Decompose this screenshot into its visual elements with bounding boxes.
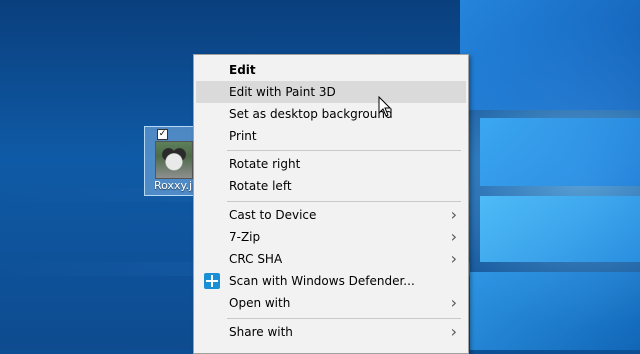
menu-item-edit[interactable]: Edit <box>196 59 466 81</box>
wallpaper-pane <box>480 196 640 262</box>
menu-separator <box>227 201 461 202</box>
menu-item-7-zip[interactable]: 7-Zip › <box>196 226 466 248</box>
wallpaper-pane <box>480 118 640 186</box>
menu-item-crc-sha[interactable]: CRC SHA › <box>196 248 466 270</box>
wallpaper-pane <box>460 0 640 110</box>
menu-item-label: Scan with Windows Defender... <box>229 274 415 288</box>
windows-defender-icon <box>204 273 220 289</box>
chevron-right-icon: › <box>450 322 457 341</box>
menu-item-label: Edit with Paint 3D <box>229 85 336 99</box>
menu-item-share-with[interactable]: Share with › <box>196 321 466 343</box>
menu-item-rotate-right[interactable]: Rotate right <box>196 153 466 175</box>
chevron-right-icon: › <box>450 205 457 224</box>
menu-item-set-as-desktop-background[interactable]: Set as desktop background <box>196 103 466 125</box>
menu-item-label: Rotate right <box>229 157 301 171</box>
desktop-file-icon[interactable]: ✓ Roxxy.jp <box>144 126 199 196</box>
menu-item-label: Edit <box>229 63 256 77</box>
wallpaper-pane <box>470 272 640 350</box>
menu-item-label: CRC SHA <box>229 252 283 266</box>
menu-separator <box>227 318 461 319</box>
chevron-right-icon: › <box>450 249 457 268</box>
menu-item-label: Share with <box>229 325 293 339</box>
menu-item-label: Print <box>229 129 257 143</box>
context-menu: Edit Edit with Paint 3D Set as desktop b… <box>193 54 469 354</box>
menu-item-scan-with-windows-defender[interactable]: Scan with Windows Defender... <box>196 270 466 292</box>
chevron-right-icon: › <box>450 293 457 312</box>
menu-item-print[interactable]: Print <box>196 125 466 147</box>
menu-item-edit-with-paint-3d[interactable]: Edit with Paint 3D <box>196 81 466 103</box>
menu-item-rotate-left[interactable]: Rotate left <box>196 175 466 197</box>
menu-item-label: 7-Zip <box>229 230 261 244</box>
menu-item-label: Cast to Device <box>229 208 317 222</box>
menu-item-label: Open with <box>229 296 291 310</box>
menu-item-open-with[interactable]: Open with › <box>196 292 466 314</box>
chevron-right-icon: › <box>450 227 457 246</box>
menu-item-label: Rotate left <box>229 179 292 193</box>
menu-separator <box>227 150 461 151</box>
menu-item-cast-to-device[interactable]: Cast to Device › <box>196 204 466 226</box>
mouse-pointer-icon <box>378 96 392 117</box>
image-thumbnail <box>155 141 193 179</box>
selection-checkbox[interactable]: ✓ <box>157 129 168 140</box>
menu-item-label: Set as desktop background <box>229 107 393 121</box>
